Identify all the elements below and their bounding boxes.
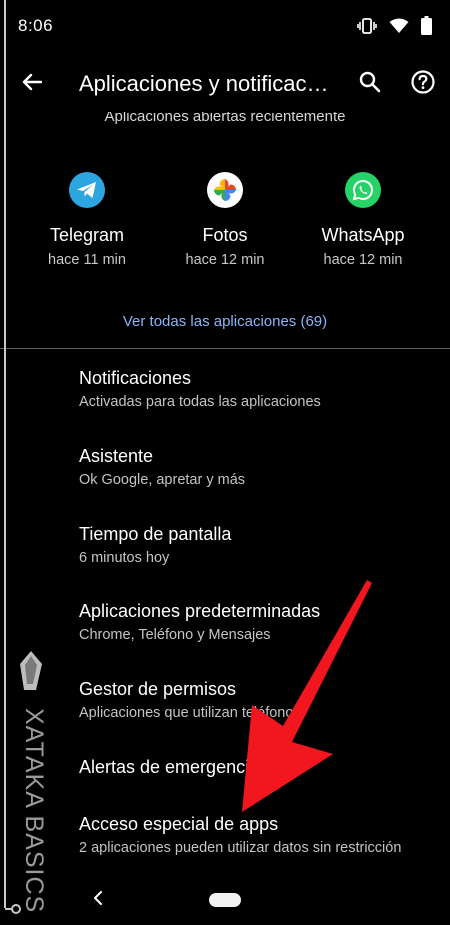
search-icon	[359, 71, 381, 98]
search-button[interactable]	[352, 66, 388, 102]
setting-title: Gestor de permisos	[79, 679, 237, 699]
app-last-used: hace 12 min	[323, 252, 403, 268]
back-button[interactable]	[14, 66, 50, 102]
vibrate-icon	[357, 17, 377, 40]
setting-title: Asistente	[79, 446, 154, 466]
status-icons	[357, 16, 432, 40]
google-photos-icon	[207, 172, 243, 208]
setting-tiempo-de-pantalla[interactable]: Tiempo de pantalla 6 minutos hoy	[0, 524, 450, 602]
setting-gestor-de-permisos[interactable]: Gestor de permisos Aplicaciones que util…	[0, 679, 450, 757]
status-time: 8:06	[18, 16, 54, 35]
setting-title: Acceso especial de apps	[79, 814, 279, 834]
app-name: WhatsApp	[321, 225, 405, 245]
recent-app-whatsapp[interactable]: WhatsApp hace 12 min	[293, 172, 433, 268]
app-bar: Aplicaciones y notificac…	[0, 54, 450, 116]
whatsapp-icon	[345, 172, 381, 208]
setting-title: Tiempo de pantalla	[79, 524, 232, 544]
setting-subtitle: 2 aplicaciones pueden utilizar datos sin…	[79, 840, 402, 856]
nav-back-button[interactable]	[86, 888, 110, 912]
telegram-icon	[69, 172, 105, 208]
app-name: Telegram	[49, 225, 125, 245]
setting-notificaciones[interactable]: Notificaciones Activadas para todas las …	[0, 368, 450, 446]
recent-app-fotos[interactable]: Fotos hace 12 min	[155, 172, 295, 268]
wifi-icon	[389, 18, 409, 39]
setting-asistente[interactable]: Asistente Ok Google, apretar y más	[0, 446, 450, 524]
setting-title: Notificaciones	[79, 368, 192, 388]
setting-title: Aplicaciones predeterminadas	[79, 601, 321, 621]
setting-subtitle: Chrome, Teléfono y Mensajes	[79, 627, 271, 643]
app-name: Fotos	[202, 225, 248, 245]
help-icon	[411, 69, 435, 99]
home-pill-icon[interactable]	[209, 893, 241, 907]
app-last-used: hace 12 min	[185, 252, 265, 268]
setting-subtitle: Aplicaciones que utilizan teléfono	[79, 705, 294, 721]
setting-subtitle: Activadas para todas las aplicaciones	[79, 394, 321, 410]
recent-apps-header-text: Aplicaciones abiertas recientemente	[104, 112, 346, 125]
setting-aplicaciones-predeterminadas[interactable]: Aplicaciones predeterminadas Chrome, Tel…	[0, 601, 450, 679]
setting-alertas-de-emergencia[interactable]: Alertas de emergencia	[0, 757, 450, 805]
setting-title: Alertas de emergencia	[79, 757, 260, 777]
back-arrow-icon	[22, 72, 43, 97]
app-last-used: hace 11 min	[48, 252, 126, 268]
help-button[interactable]	[405, 66, 441, 102]
section-divider	[0, 348, 450, 349]
nav-back-icon	[92, 890, 104, 910]
page-title: Aplicaciones y notificac…	[79, 71, 329, 96]
setting-subtitle: 6 minutos hoy	[79, 550, 170, 566]
recent-app-telegram[interactable]: Telegram hace 11 min	[17, 172, 157, 268]
setting-subtitle: Ok Google, apretar y más	[79, 472, 246, 488]
recent-apps-header: Aplicaciones abiertas recientemente	[0, 112, 450, 130]
battery-icon	[421, 16, 432, 40]
status-bar: 8:06	[0, 0, 450, 54]
navigation-bar	[0, 878, 450, 925]
see-all-apps-link[interactable]: Ver todas las aplicaciones (69)	[0, 313, 450, 330]
